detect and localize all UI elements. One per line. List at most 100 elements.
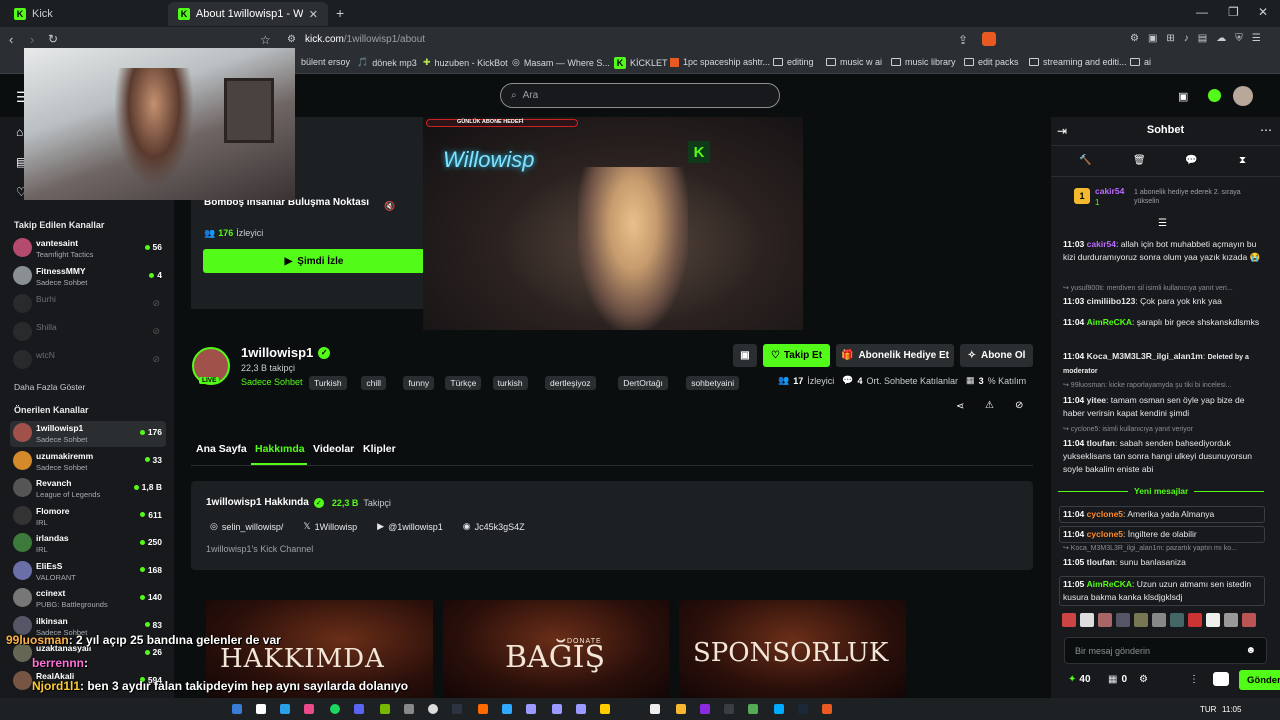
media-encoder-icon[interactable] <box>526 704 536 714</box>
browser-tab-kick[interactable]: K Kick <box>4 2 164 26</box>
emote-icon[interactable] <box>1170 613 1184 627</box>
chat-username[interactable]: tloufan <box>1087 438 1115 448</box>
taskbar-app-icon[interactable] <box>452 704 462 714</box>
emote-icon[interactable] <box>1134 613 1148 627</box>
channel-row[interactable]: FitnessMMY Sadece Sohbet 4 <box>10 264 166 290</box>
taskbar-app-icon[interactable] <box>380 704 390 714</box>
panel-donate[interactable]: DONATE BAĞIŞ <box>443 600 669 698</box>
channel-category[interactable]: Sadece Sohbet <box>241 377 303 387</box>
taskbar-app-icon[interactable] <box>600 704 610 714</box>
mod-hammer-icon[interactable]: 🔨 <box>1079 155 1091 166</box>
video-player[interactable]: GÜNLÜK ABONE HEDEFİ Willowisp K <box>423 117 803 330</box>
taskbar-app-icon[interactable] <box>650 704 660 714</box>
tag-chip[interactable]: Türkçe <box>445 376 482 390</box>
chat-username[interactable]: cyclone5 <box>1087 509 1123 519</box>
chat-username[interactable]: cakir54 <box>1087 239 1116 249</box>
expand-icon[interactable]: ☰ <box>1158 218 1167 229</box>
url-field[interactable]: kick.com/1willowisp1/about <box>305 34 425 45</box>
channel-row[interactable]: Revanch League of Legends 1,8 B <box>10 476 166 502</box>
user-avatar[interactable] <box>1233 86 1253 106</box>
tab-clips[interactable]: Klipler <box>363 443 396 455</box>
chat-username[interactable]: tloufan <box>1087 557 1115 567</box>
close-tab-icon[interactable]: ✕ <box>309 8 318 21</box>
tag-chip[interactable]: turkish <box>492 376 528 390</box>
bookmark-folder[interactable]: streaming and editi... <box>1029 57 1127 67</box>
close-window-icon[interactable]: ✕ <box>1258 5 1268 19</box>
chat-input[interactable]: Bir mesaj gönderin ☻ <box>1064 637 1267 664</box>
minimize-icon[interactable]: — <box>1196 5 1208 19</box>
emote-icon[interactable] <box>1206 613 1220 627</box>
follow-button[interactable]: ♡ Takip Et <box>763 344 830 367</box>
emoji-icon[interactable]: ☻ <box>1245 645 1256 656</box>
emote-icon[interactable] <box>1098 613 1112 627</box>
tag-chip[interactable]: dertleşiyoz <box>545 376 596 390</box>
chat-username[interactable]: AimReCKA <box>1087 317 1132 327</box>
channel-row[interactable]: Shilla ⊘ <box>10 320 166 346</box>
tab-about[interactable]: Hakkımda <box>255 443 305 455</box>
trash-icon[interactable]: 🗑 <box>1133 155 1146 166</box>
channel-row[interactable]: EliEsS VALORANT 168 <box>10 559 166 585</box>
hourglass-icon[interactable]: ⧗ <box>1239 155 1246 166</box>
settings-gear-icon[interactable]: ⚙ <box>1139 674 1148 685</box>
browser-tab-about[interactable]: K About 1willowisp1 - Watch Live ... ✕ <box>168 2 328 26</box>
bookmark-folder[interactable]: music w ai <box>826 57 882 67</box>
reload-icon[interactable]: ↻ <box>48 32 58 46</box>
chat-menu-icon[interactable]: ⋯ <box>1260 123 1272 137</box>
gift-count[interactable]: ▦ 0 <box>1108 674 1127 685</box>
social-youtube[interactable]: @1willowisp1 <box>388 522 443 532</box>
watch-now-button[interactable]: ▶ Şimdi İzle <box>203 249 425 273</box>
share-icon[interactable]: ⇪ <box>958 33 968 47</box>
social-discord[interactable]: Jc45k3gS4Z <box>475 522 525 532</box>
forward-icon[interactable]: › <box>30 32 34 47</box>
theater-mode-button[interactable]: ▣ <box>733 344 757 367</box>
new-tab-button[interactable]: + <box>336 5 344 21</box>
bookmark-folder[interactable]: editing <box>773 57 814 67</box>
chat-username[interactable]: cyclone5 <box>1087 529 1123 539</box>
channel-row[interactable]: ccinext PUBG: Battlegrounds 140 <box>10 586 166 612</box>
chat-username[interactable]: yitee <box>1087 395 1106 405</box>
social-instagram[interactable]: selin_willowisp/ <box>222 522 284 532</box>
taskbar-app-icon[interactable] <box>774 704 784 714</box>
bookmark-folder[interactable]: music library <box>891 57 956 67</box>
tag-chip[interactable]: DertOrtağı <box>618 376 668 390</box>
premiere-icon[interactable] <box>576 704 586 714</box>
home-icon[interactable]: ⌂ <box>16 125 23 139</box>
obs-icon[interactable] <box>428 704 438 714</box>
channel-row[interactable]: uzumakiremm Sadece Sohbet 33 <box>10 449 166 475</box>
emote-icon[interactable] <box>1080 613 1094 627</box>
tag-chip[interactable]: sohbetyaini <box>686 376 740 390</box>
channel-row[interactable]: Flomore IRL 611 <box>10 504 166 530</box>
search-input[interactable]: ⌕ Ara <box>500 83 780 108</box>
more-options-icon[interactable]: ⋮ <box>1189 674 1199 685</box>
bookmark-item[interactable]: K KİCKLET <box>614 57 668 69</box>
share-icon[interactable]: ⋖ <box>956 401 964 412</box>
pinned-user[interactable]: cakir54 <box>1095 186 1124 196</box>
after-effects-icon[interactable] <box>552 704 562 714</box>
bookmark-icon[interactable]: ☆ <box>260 33 271 47</box>
channel-row[interactable]: Burhi ⊘ <box>10 292 166 318</box>
emote-icon[interactable] <box>1242 613 1256 627</box>
taskbar-clock[interactable]: 11:05 <box>1222 705 1241 714</box>
kick-points-icon[interactable] <box>1208 89 1221 102</box>
social-x[interactable]: 1Willowisp <box>315 522 358 532</box>
taskbar-language[interactable]: TUR <box>1200 705 1216 714</box>
taskbar-app-icon[interactable] <box>304 704 314 714</box>
tag-chip[interactable]: Turkish <box>309 376 347 390</box>
brave-shield-icon[interactable] <box>982 32 996 46</box>
taskbar-app-icon[interactable] <box>676 704 686 714</box>
show-more-link[interactable]: Daha Fazla Göster <box>14 382 85 392</box>
taskbar-app-icon[interactable] <box>748 704 758 714</box>
bookmark-item[interactable]: ◎ Masam — Where S... <box>512 57 610 68</box>
hide-icon[interactable]: ⊘ <box>1015 400 1023 411</box>
emote-icon[interactable] <box>1152 613 1166 627</box>
site-info-icon[interactable]: ⚙ <box>287 34 296 45</box>
taskbar-app-icon[interactable] <box>280 704 290 714</box>
maximize-icon[interactable]: ❐ <box>1228 5 1239 19</box>
extension-icons[interactable]: ⚙▣⊞♪▤☁⛨☰ <box>1130 33 1270 44</box>
bookmark-item[interactable]: bülent ersoy <box>301 57 350 67</box>
tab-videos[interactable]: Videolar <box>313 443 354 455</box>
bookmark-folder[interactable]: ai <box>1130 57 1151 67</box>
bookmark-item[interactable]: ✚ huzuben - KickBot <box>423 57 508 68</box>
back-icon[interactable]: ‹ <box>9 32 13 47</box>
panel-sponsorship[interactable]: SPONSORLUK <box>679 600 906 698</box>
